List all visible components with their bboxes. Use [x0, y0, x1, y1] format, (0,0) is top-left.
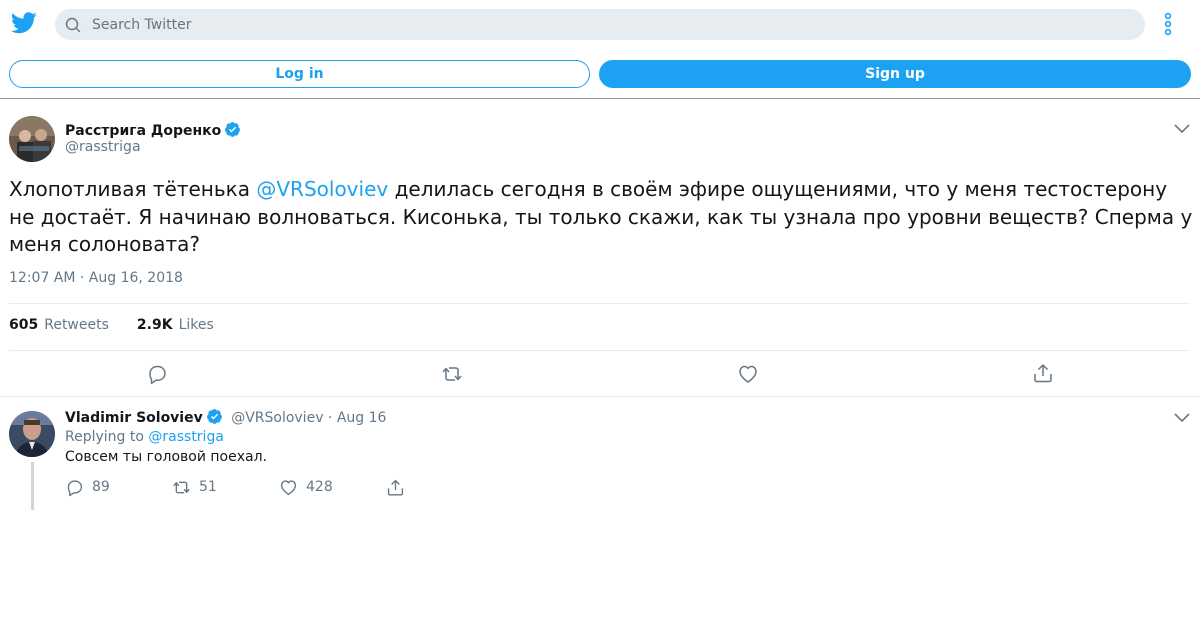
- likes-stat[interactable]: 2.9K Likes: [137, 317, 214, 333]
- divider: [9, 350, 1190, 351]
- retweet-icon: [173, 481, 190, 493]
- avatar[interactable]: [9, 116, 55, 162]
- mention-link[interactable]: @VRSoloviev: [256, 177, 388, 201]
- reply-date[interactable]: Aug 16: [337, 410, 387, 426]
- chevron-down-icon[interactable]: [1174, 124, 1190, 134]
- divider: [0, 396, 1200, 397]
- reply-count: 89: [92, 479, 110, 495]
- replying-to: Replying to @rasstriga: [65, 429, 224, 445]
- retweets-stat[interactable]: 605 Retweets: [9, 317, 109, 333]
- vertical-dots-icon[interactable]: [1158, 12, 1178, 38]
- thread-line: [31, 462, 34, 510]
- search-icon: [65, 17, 81, 33]
- reply-icon: [67, 479, 83, 496]
- share-icon[interactable]: [1032, 362, 1054, 384]
- replying-prefix: Replying to: [65, 429, 149, 445]
- tweet-stats: 605 Retweets 2.9K Likes: [9, 317, 214, 333]
- search-bar[interactable]: [55, 9, 1145, 40]
- like-icon[interactable]: [737, 363, 759, 385]
- tweet-text-start: Хлопотливая тётенька: [9, 177, 257, 201]
- reply-reply-button[interactable]: 89: [65, 477, 110, 497]
- author-name-text[interactable]: Расстрига Доренко: [65, 123, 221, 139]
- reply-icon[interactable]: [146, 363, 168, 385]
- retweets-count: 605: [9, 317, 39, 333]
- reply-author-handle[interactable]: @VRSoloviev: [231, 410, 323, 426]
- share-icon: [387, 479, 404, 496]
- header-divider: [0, 98, 1200, 99]
- search-input[interactable]: [92, 9, 1092, 40]
- separator: ·: [323, 410, 337, 426]
- tweet-text: Хлопотливая тётенька @VRSoloviev делилас…: [9, 176, 1194, 259]
- reply-header: Vladimir Soloviev @VRSoloviev · Aug 16: [65, 408, 386, 426]
- reply-retweet-button[interactable]: 51: [172, 477, 217, 497]
- author-name[interactable]: Расстрига Доренко: [65, 121, 241, 139]
- reply-share-button[interactable]: [386, 477, 413, 497]
- reply-author-name[interactable]: Vladimir Soloviev: [65, 410, 203, 426]
- signup-button[interactable]: Sign up: [599, 60, 1191, 88]
- twitter-bird-icon[interactable]: [11, 12, 37, 34]
- reply-like-button[interactable]: 428: [279, 477, 333, 497]
- likes-label: Likes: [178, 317, 214, 333]
- retweet-count: 51: [199, 479, 217, 495]
- like-icon: [280, 479, 297, 495]
- chevron-down-icon[interactable]: [1174, 413, 1190, 423]
- replying-to-link[interactable]: @rasstriga: [148, 429, 224, 445]
- likes-count: 2.9K: [136, 317, 173, 333]
- like-count: 428: [306, 479, 333, 495]
- author-handle[interactable]: @rasstriga: [65, 139, 141, 155]
- verified-badge-icon: [206, 409, 222, 424]
- login-button[interactable]: Log in: [9, 60, 590, 88]
- tweet-timestamp[interactable]: 12:07 AM · Aug 16, 2018: [9, 270, 183, 286]
- retweet-icon[interactable]: [441, 363, 463, 385]
- divider: [9, 303, 1190, 304]
- avatar[interactable]: [9, 411, 55, 457]
- reply-text: Совсем ты головой поехал.: [65, 449, 267, 465]
- verified-badge-icon: [225, 122, 241, 137]
- retweets-label: Retweets: [44, 317, 109, 333]
